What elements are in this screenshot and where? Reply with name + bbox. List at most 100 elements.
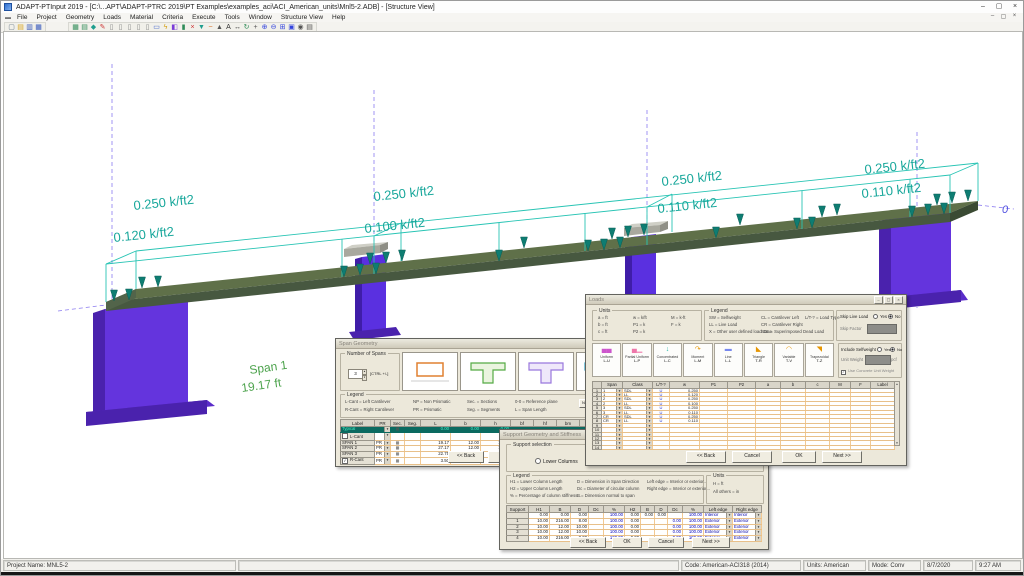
span-dialog-title: Span Geometry <box>339 341 378 347</box>
column-header: B <box>550 506 571 513</box>
legend-item: % = Percentage of column stiffness... <box>510 493 581 498</box>
menu-item[interactable]: Tools <box>225 14 240 21</box>
menu-item[interactable]: Geometry <box>66 14 95 21</box>
sections-icon[interactable]: ▦ <box>392 441 403 446</box>
menu-item[interactable]: Criteria <box>162 14 183 21</box>
sw-yes-radio[interactable]: Yes <box>877 347 891 352</box>
loads-table-scrollbar[interactable] <box>894 381 900 446</box>
number-of-spans-label: Number of Spans <box>345 351 388 357</box>
cancel-button[interactable]: Cancel <box>732 451 772 463</box>
next-button[interactable]: Next >> <box>692 537 730 548</box>
span-legend-title: Legend <box>345 392 366 398</box>
menu-item[interactable]: File <box>17 14 27 21</box>
sections-icon[interactable]: ▦ <box>392 459 403 464</box>
load-type-tile[interactable]: ▄▁ Partial Uniform L-P <box>622 343 651 377</box>
sw-no-radio[interactable]: No <box>890 347 902 352</box>
menu-item[interactable]: Structure View <box>281 14 323 21</box>
load-type-tile[interactable]: ◥ Trapezoidal T-Z <box>805 343 834 377</box>
unit-weight-input[interactable] <box>865 355 891 365</box>
column-header: PR <box>375 420 391 427</box>
load-type-tile[interactable]: ▄▄ Uniform L-U <box>592 343 621 377</box>
units-item: P2 = k <box>633 329 645 334</box>
menu-item[interactable]: Loads <box>103 14 121 21</box>
units-title: Units <box>597 308 612 314</box>
mdi-restore-button[interactable]: ▢ <box>998 13 1009 20</box>
sections-icon[interactable]: ▦ <box>392 446 403 451</box>
cancel-button[interactable]: Cancel <box>648 537 684 548</box>
legend-item: NP = Non Prismatic <box>413 399 451 404</box>
loads-dialog[interactable]: Loads – ▢ × Units a = ft b = ft c = ft w… <box>585 294 907 466</box>
column-header: % <box>604 506 625 513</box>
maximize-button[interactable]: ▢ <box>991 1 1007 13</box>
load-type-tile[interactable]: ▬ Line L-L <box>714 343 743 377</box>
lower-columns-radio[interactable]: Lower Columns <box>535 458 578 465</box>
section-flanged-tile[interactable] <box>518 352 574 391</box>
back-button[interactable]: << Back <box>686 451 726 463</box>
load-type-tile[interactable]: ◣ Triangle T-R <box>744 343 773 377</box>
ok-button[interactable]: OK <box>782 451 816 463</box>
next-button[interactable]: Next >> <box>822 451 862 463</box>
title-bar: ADAPT-PTInput 2019 - [C:\...APT\ADAPT-PT… <box>1 1 1023 13</box>
skip-factor-input[interactable] <box>867 324 897 334</box>
minimize-button[interactable]: – <box>975 1 991 13</box>
include-selfweight-label: Include Selfweight <box>841 347 876 352</box>
dialog-minimize-button[interactable]: – <box>874 296 883 304</box>
loads-table[interactable]: SpanClassL/T-?wP1P2abcMFLabel 1 1 SDL U … <box>592 381 895 450</box>
load-type-code: L-L <box>715 359 742 364</box>
back-button[interactable]: << Back <box>570 537 606 548</box>
loads-dialog-title: Loads <box>589 297 604 303</box>
span-table-header: LabelPRSec.Seg.LbhbfhfbmhmRh <box>341 420 627 427</box>
load-row[interactable]: 14 <box>593 445 895 449</box>
legend-item: PR = Prismatic <box>413 407 442 412</box>
spans-stepper[interactable]: ▲▼ <box>362 369 367 381</box>
load-type-tile[interactable]: ↷ Moment L-M <box>683 343 712 377</box>
left-wall-support[interactable] <box>86 300 215 426</box>
legend-item: H1 = Lower Column Length <box>510 479 562 484</box>
mdi-minimize-button[interactable]: – <box>987 13 998 20</box>
dialog-close-button[interactable]: × <box>894 296 903 304</box>
load-type-tile[interactable]: ↓ Concentrated L-C <box>653 343 682 377</box>
load-type-code: T-V <box>775 359 802 364</box>
loads-dialog-titlebar[interactable]: Loads – ▢ × <box>586 295 906 305</box>
column-header: Left edge <box>704 506 733 513</box>
unit-weight-label: Unit Weight <box>841 357 863 362</box>
window-title: ADAPT-PTInput 2019 - [C:\...APT\ADAPT-PT… <box>16 4 435 11</box>
load-type-icon: ▄▄ <box>593 344 620 355</box>
column-header: Dc <box>668 506 683 513</box>
menu-item[interactable]: Project <box>36 14 56 21</box>
ok-button[interactable]: OK <box>612 537 642 548</box>
number-of-spans-input[interactable]: 3 <box>348 369 363 379</box>
back-button[interactable]: << Back <box>448 451 484 463</box>
section-tee-tile[interactable] <box>460 352 516 391</box>
dialog-maximize-button[interactable]: ▢ <box>884 296 893 304</box>
load-type-tile[interactable]: ◠ Variable T-V <box>774 343 803 377</box>
skip-yes-radio[interactable]: Yes <box>873 314 887 319</box>
legend-item: Left edge = Interior or exterior... <box>647 479 707 484</box>
load-type-code: L-C <box>654 359 681 364</box>
units-title: Units <box>711 473 726 479</box>
legend-title: Legend <box>709 308 730 314</box>
units-item: M = k-ft <box>671 315 685 320</box>
menu-item[interactable]: Help <box>332 14 345 21</box>
lcant-checkbox[interactable] <box>342 433 348 439</box>
rcant-checkbox[interactable]: ✓ <box>342 458 348 464</box>
window-bottom-edge <box>1 572 1023 575</box>
structure-view[interactable]: 0.250 k/ft2 0.120 k/ft2 0.250 k/ft2 0.10… <box>3 31 1023 559</box>
menu-item[interactable]: Execute <box>192 14 216 21</box>
support-selection-label: Support selection <box>511 442 554 448</box>
sections-icon[interactable]: ▦ <box>392 427 403 432</box>
sections-icon[interactable]: ▦ <box>392 452 403 457</box>
use-concrete-checkbox[interactable]: ✓Use Concrete Unit Weight <box>841 368 894 375</box>
legend-item: CR = Cantilever Right <box>761 322 803 327</box>
skip-live-label: Skip Live Load <box>840 314 868 319</box>
skip-factor-label: Skip Factor <box>840 326 862 331</box>
menu-item[interactable]: Window <box>249 14 272 21</box>
support-units-group: Units H = ft All others = in <box>706 475 764 504</box>
menu-item[interactable]: Material <box>130 14 153 21</box>
mdi-close-button[interactable]: × <box>1009 13 1020 20</box>
skip-no-radio[interactable]: No <box>888 314 901 319</box>
date-panel: 8/7/2020 <box>923 560 973 571</box>
section-rectangular-tile[interactable] <box>402 352 458 391</box>
close-button[interactable]: × <box>1007 1 1023 13</box>
ctrl-hint: [CTRL +/-] <box>370 371 388 376</box>
